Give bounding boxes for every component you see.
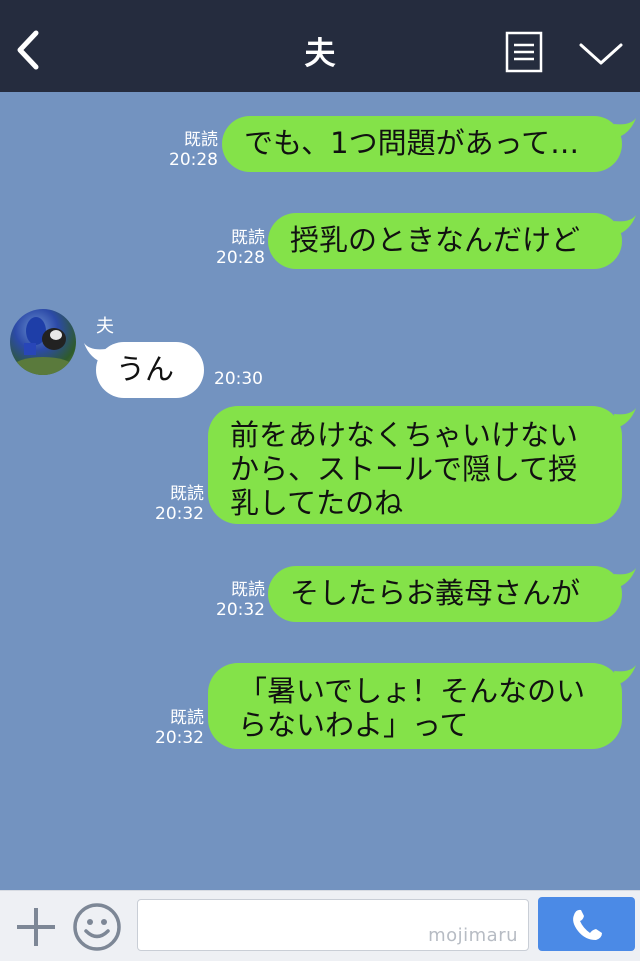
message-time: 20:32	[155, 504, 204, 524]
message-text: から、ストールで隠して授	[230, 452, 578, 486]
message-bubble[interactable]: 前をあけなくちゃいけない から、ストールで隠して授 乳してたのね	[208, 406, 622, 524]
read-status: 既読 20:32	[205, 580, 265, 620]
message-text: うん	[116, 352, 175, 386]
chevron-down-icon	[579, 43, 623, 65]
message-text: 乳してたのね	[230, 486, 404, 520]
message-time: 20:32	[155, 728, 204, 748]
message-text: そしたらお義母さんが	[290, 576, 581, 610]
emoji-button[interactable]	[72, 902, 122, 952]
message-bubble[interactable]: そしたらお義母さんが	[268, 566, 622, 622]
message-time: 20:30	[214, 369, 263, 389]
avatar-photo	[13, 317, 73, 375]
read-status: 既読 20:32	[150, 708, 204, 748]
message-text: 授乳のときなんだけど	[290, 223, 581, 257]
add-button[interactable]	[14, 905, 58, 949]
message-bubble[interactable]: うん	[96, 342, 204, 398]
message-text: らないわよ」って	[238, 708, 469, 742]
input-bar: mojimaru	[0, 890, 640, 961]
list-icon	[505, 31, 543, 73]
message-bubble[interactable]: 「暑いでしょ！そんなのい らないわよ」って	[208, 663, 622, 749]
dropdown-button[interactable]	[578, 40, 624, 68]
smiley-icon	[73, 903, 121, 951]
message-time: 20:32	[216, 600, 265, 620]
read-label: 既読	[231, 580, 265, 600]
read-status: 既読 20:28	[205, 228, 265, 268]
bubble-tail	[614, 665, 636, 685]
phone-icon	[573, 909, 602, 940]
chat-header: 夫	[0, 0, 640, 92]
message-time: 20:28	[169, 150, 218, 170]
bubble-tail	[614, 215, 636, 235]
message-text: 前をあけなくちゃいけない	[230, 418, 579, 452]
message-input[interactable]: mojimaru	[137, 899, 529, 951]
read-label: 既読	[184, 130, 218, 150]
read-label: 既読	[170, 484, 204, 504]
message-text: 「暑いでしょ！そんなのい	[238, 674, 586, 708]
plus-icon	[17, 908, 55, 946]
call-button[interactable]	[538, 897, 635, 951]
bubble-tail	[614, 118, 636, 138]
read-label: 既読	[170, 708, 204, 728]
message-time: 20:28	[216, 248, 265, 268]
watermark: mojimaru	[428, 925, 518, 946]
bubble-tail	[614, 568, 636, 588]
menu-button[interactable]	[505, 31, 543, 73]
message-text: でも、1つ問題があって…	[244, 126, 580, 160]
contact-avatar[interactable]	[10, 309, 76, 375]
message-bubble[interactable]: でも、1つ問題があって…	[222, 116, 622, 172]
read-status: 既読 20:28	[160, 130, 218, 170]
bubble-tail	[614, 408, 636, 428]
sender-name: 夫	[96, 316, 114, 337]
chat-title: 夫	[304, 36, 336, 72]
message-bubble[interactable]: 授乳のときなんだけど	[268, 213, 622, 269]
read-label: 既読	[231, 228, 265, 248]
read-status: 既読 20:32	[150, 484, 204, 524]
